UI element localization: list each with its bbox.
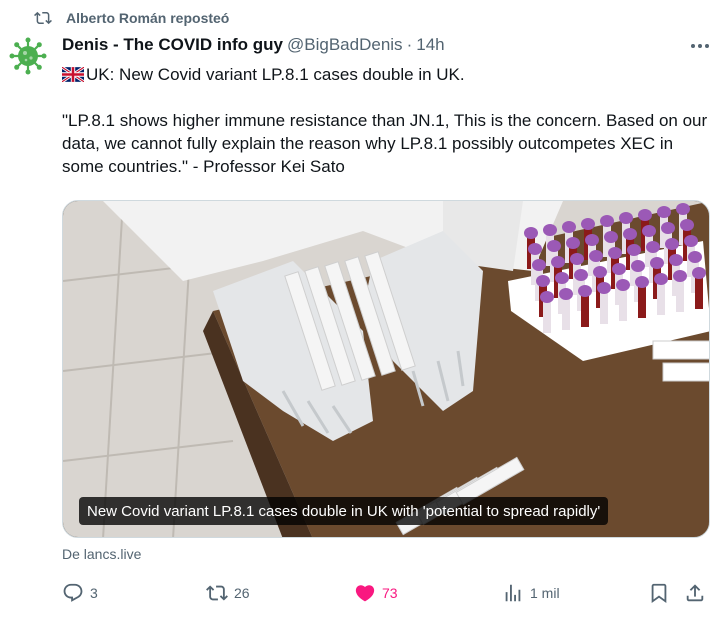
tweet-text: UK: New Covid variant LP.8.1 cases doubl… bbox=[62, 63, 712, 178]
bookmark-icon bbox=[651, 583, 667, 604]
views-button[interactable]: 1 mil bbox=[502, 578, 560, 608]
separator: · bbox=[406, 35, 413, 54]
uk-flag-icon bbox=[62, 67, 84, 82]
retweet-icon bbox=[206, 585, 228, 601]
headline-text: UK: New Covid variant LP.8.1 cases doubl… bbox=[86, 65, 465, 84]
reply-icon bbox=[63, 583, 83, 602]
quote-text: "LP.8.1 shows higher immune resistance t… bbox=[62, 111, 712, 176]
tweet-header: Denis - The COVID info guy @BigBadDenis … bbox=[62, 34, 445, 56]
repost-indicator[interactable]: Alberto Román reposteó bbox=[34, 8, 229, 28]
share-button[interactable] bbox=[684, 578, 706, 608]
like-count: 73 bbox=[382, 585, 398, 601]
retweet-count: 26 bbox=[234, 585, 250, 601]
action-bar: 3 26 73 1 mil bbox=[62, 578, 714, 608]
retweet-icon bbox=[34, 11, 52, 25]
bookmark-button[interactable] bbox=[648, 578, 670, 608]
source-link[interactable]: De lancs.live bbox=[62, 546, 141, 562]
author-name[interactable]: Denis - The COVID info guy bbox=[62, 35, 283, 55]
avatar[interactable] bbox=[8, 36, 48, 76]
lab-photo bbox=[63, 201, 709, 537]
share-icon bbox=[686, 584, 704, 602]
retweet-button[interactable]: 26 bbox=[206, 578, 250, 608]
views-count: 1 mil bbox=[530, 585, 560, 601]
repost-text: Alberto Román reposteó bbox=[66, 10, 230, 26]
virus-icon bbox=[9, 37, 47, 75]
media-image[interactable]: New Covid variant LP.8.1 cases double in… bbox=[62, 200, 710, 538]
reply-count: 3 bbox=[90, 585, 98, 601]
tweet-text-line1: UK: New Covid variant LP.8.1 cases doubl… bbox=[62, 63, 712, 86]
like-button[interactable]: 73 bbox=[354, 578, 398, 608]
more-icon[interactable] bbox=[688, 36, 712, 56]
media-caption: New Covid variant LP.8.1 cases double in… bbox=[79, 497, 609, 525]
timestamp[interactable]: 14h bbox=[416, 35, 444, 55]
reply-button[interactable]: 3 bbox=[62, 578, 98, 608]
author-handle[interactable]: @BigBadDenis bbox=[287, 35, 403, 55]
views-icon bbox=[505, 584, 521, 602]
like-icon bbox=[355, 585, 375, 602]
